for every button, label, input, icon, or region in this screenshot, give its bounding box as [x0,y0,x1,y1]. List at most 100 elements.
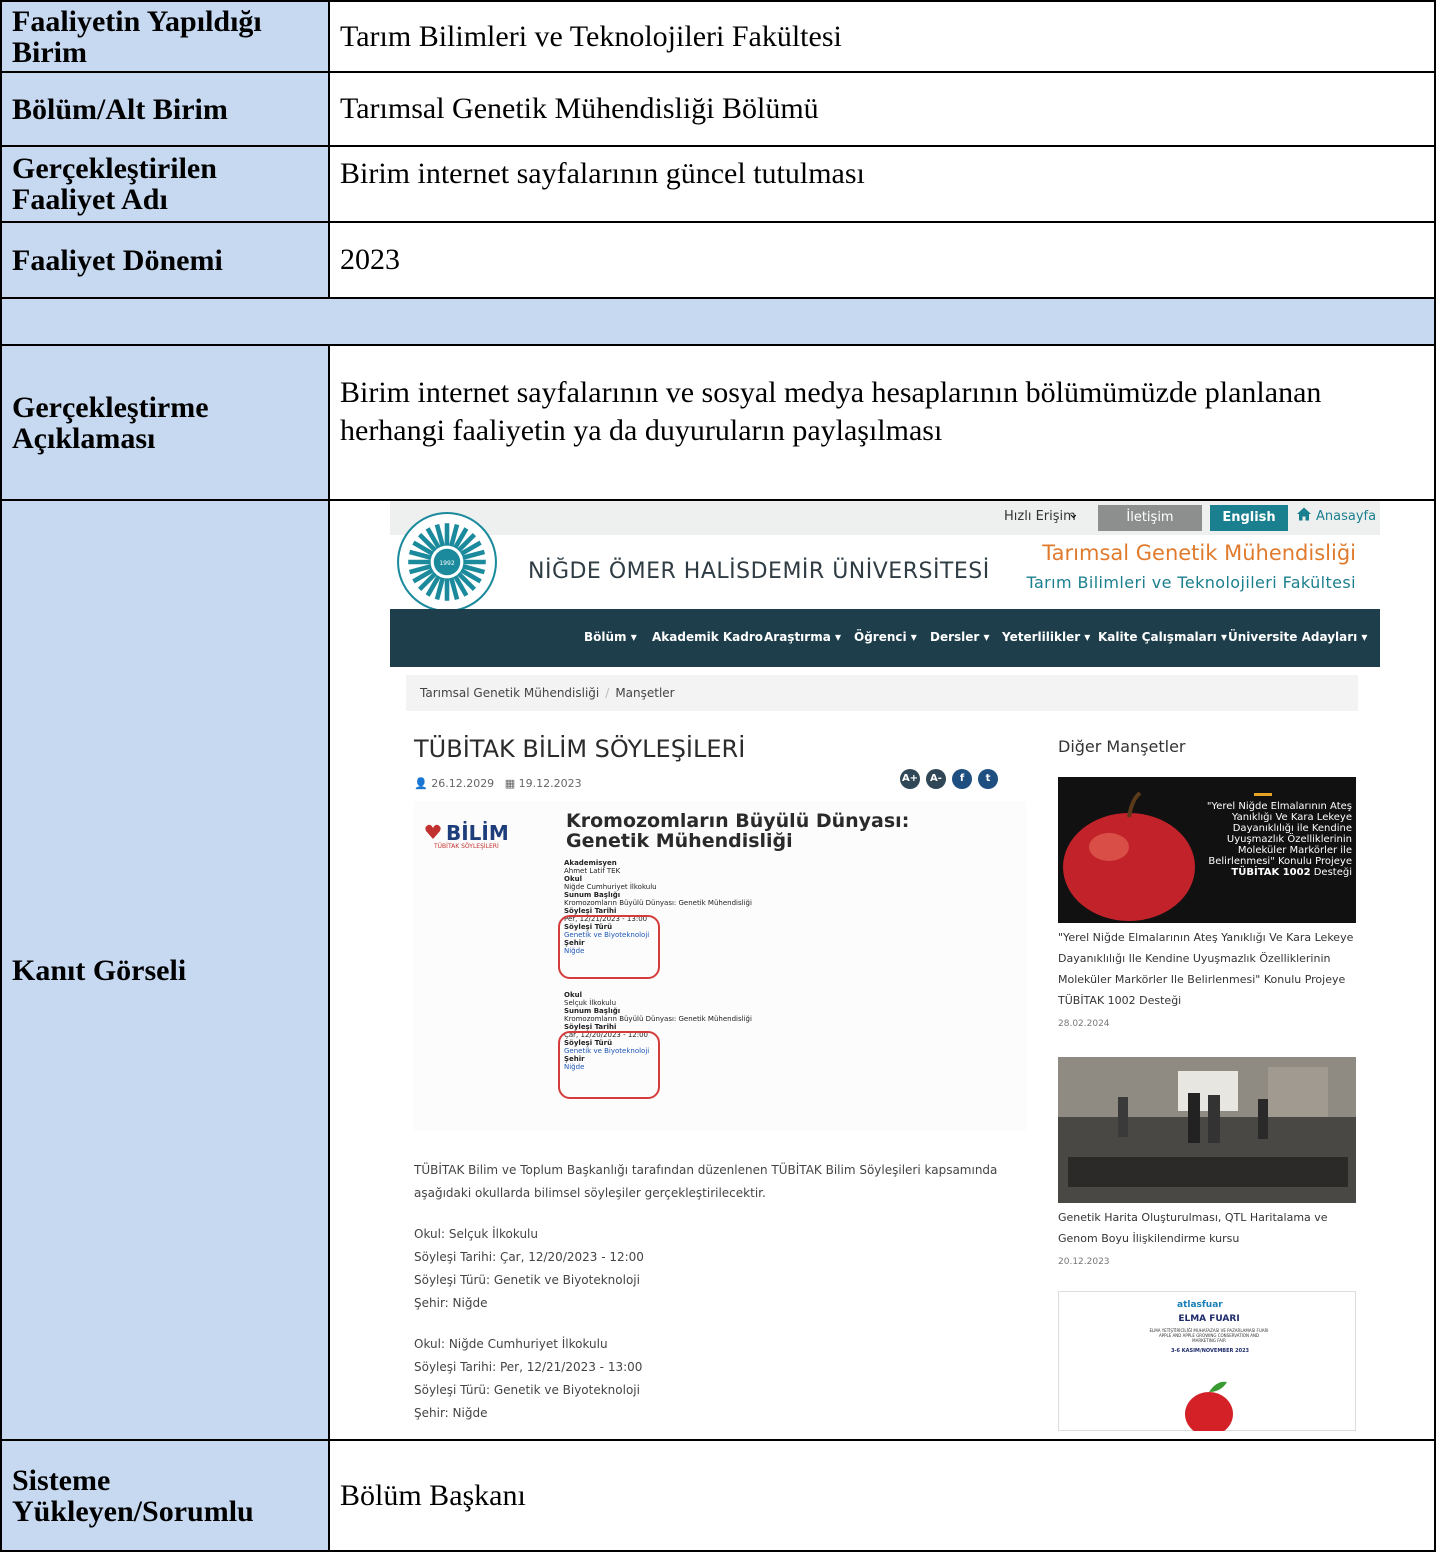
home-icon[interactable] [1296,506,1312,522]
overlay-line: Belirlenmesi" Konulu Projeye [1208,856,1352,867]
highlight-box [558,1031,660,1099]
font-decrease-icon[interactable]: A- [926,769,946,789]
nav-ogrenci[interactable]: Öğrenci ▾ [854,630,917,644]
poster-value: Kromozomların Büyülü Dünyası: Genetik Mü… [564,899,752,907]
sidebar-item-1-date: 28.02.2024 [1058,1019,1110,1029]
poster-value: Kromozomların Büyülü Dünyası: Genetik Mü… [564,1015,752,1023]
facebook-icon[interactable]: f [952,769,972,789]
poster-title-line1: Kromozomların Büyülü Dünyası: [566,810,910,832]
sidebar-item-2-image[interactable] [1058,1057,1356,1203]
sidebar-item-2-title[interactable]: Genetik Harita Oluşturulması, QTL Harita… [1058,1207,1358,1249]
news-body: TÜBİTAK Bilim ve Toplum Başkanlığı taraf… [414,1159,1034,1431]
elma-fuari-title: ELMA FUARI [1178,1314,1240,1324]
nav-adaylar[interactable]: Üniversite Adayları ▾ [1228,630,1367,644]
value-activity: Birim internet sayfalarının güncel tutul… [328,145,1436,223]
label-description: Gerçekleştirme Açıklaması [0,344,330,501]
label-uploader: Sisteme Yükleyen/Sorumlu [0,1439,330,1552]
school-1: Okul: Selçuk İlkokulu Söyleşi Tarihi: Ça… [414,1223,1034,1315]
poster-label: Söyleşi Tarihi [564,907,617,915]
nav-arastirma[interactable]: Araştırma ▾ [764,630,841,644]
breadcrumb-home[interactable]: Tarımsal Genetik Mühendisliği [420,686,599,700]
news-title: TÜBİTAK BİLİM SÖYLEŞİLERİ [414,735,746,763]
overlay-line: "Yerel Niğde Elmalarının Ateş [1206,801,1352,812]
highlight-box [558,915,660,979]
sidebar-item-1-image[interactable]: "Yerel Niğde Elmalarının Ateş Yanıklığı … [1058,777,1356,923]
twitter-icon[interactable]: t [978,769,998,789]
poster-label: Sunum Başlığı [564,891,621,899]
label-unit: Faaliyetin Yapıldığı Birim [0,0,330,73]
school-line: Söyleşi Türü: Genetik ve Biyoteknoloji [414,1383,640,1397]
overlay-line: Yanıklığı Ve Kara Lekeye [1231,812,1352,823]
poster-title: Kromozomların Büyülü Dünyası: Genetik Mü… [566,811,909,851]
bilim-logo-text: BİLİM [446,821,509,845]
evidence-cell: Hızlı Erişim ⌄ İletişim English Anasayfa… [328,499,1436,1441]
form-separator-row [0,297,1436,346]
website-screenshot: Hızlı Erişim ⌄ İletişim English Anasayfa… [390,501,1380,1431]
nav-kalite[interactable]: Kalite Çalışmaları ▾ [1098,630,1227,644]
sidebar-item-1-overlay: "Yerel Niğde Elmalarının Ateş Yanıklığı … [1204,801,1352,878]
value-uploader: Bölüm Başkanı [328,1439,1436,1552]
school-line: Söyleşi Tarihi: Çar, 12/20/2023 - 12:00 [414,1250,644,1264]
nav-dersler[interactable]: Dersler ▾ [930,630,990,644]
school-2: Okul: Niğde Cumhuriyet İlkokulu Söyleşi … [414,1333,1034,1425]
poster-title-line2: Genetik Mühendisliği [566,830,793,852]
value-subunit: Tarımsal Genetik Mühendisliği Bölümü [328,71,1436,147]
school-line: Okul: Niğde Cumhuriyet İlkokulu [414,1337,608,1351]
school-line: Şehir: Niğde [414,1296,488,1310]
sidebar-heading: Diğer Manşetler [1058,737,1186,756]
form-row-uploader: Sisteme Yükleyen/Sorumlu Bölüm Başkanı [0,1439,1436,1552]
news-meta: 👤 26.12.2029 ▦ 19.12.2023 [414,777,582,790]
elma-fuari-subtitle: ELMA YETİŞTİRİCİLİĞİ MUHAFAZASI VE PAZAR… [1149,1328,1269,1343]
overlay-bold: TÜBİTAK 1002 [1231,867,1311,878]
poster-label: Söyleşi Tarihi [564,1023,617,1031]
form-row-subunit: Bölüm/Alt Birim Tarımsal Genetik Mühendi… [0,71,1436,147]
faculty-title: Tarım Bilimleri ve Teknolojileri Fakülte… [1026,573,1356,592]
label-period: Faaliyet Dönemi [0,221,330,299]
contact-button[interactable]: İletişim [1098,505,1202,531]
calendar-icon: ▦ [504,777,516,790]
school-line: Söyleşi Türü: Genetik ve Biyoteknoloji [414,1273,640,1287]
form-row-evidence: Kanıt Görseli Hızlı Erişim ⌄ İletişim En… [0,499,1436,1441]
news-poster: BİLİM TÜBİTAK SÖYLEŞİLERİ Kromozomların … [414,801,1026,1131]
sidebar-item-2-date: 20.12.2023 [1058,1257,1110,1267]
nav-bolum[interactable]: Bölüm ▾ [584,630,637,644]
department-title: Tarımsal Genetik Mühendisliği [1042,541,1356,565]
main-nav: Bölüm ▾ Akademik Kadro Araştırma ▾ Öğren… [390,609,1380,667]
classroom-photo [1058,1057,1356,1203]
sidebar-item-1-title[interactable]: "Yerel Niğde Elmalarının Ateş Yanıklığı … [1058,927,1358,1011]
quick-access-link[interactable]: Hızlı Erişim [1004,509,1076,524]
elma-fuari-date: 3-6 KASIM/NOVEMBER 2023 [1170,1348,1250,1354]
value-unit: Tarım Bilimleri ve Teknolojileri Fakülte… [328,0,1436,73]
value-period: 2023 [328,221,1436,299]
home-link[interactable]: Anasayfa [1316,509,1376,524]
label-activity: Gerçekleştirilen Faaliyet Adı [0,145,330,223]
breadcrumb-current: Manşetler [615,686,675,700]
university-logo[interactable]: 1992 [396,511,498,613]
school-line: Okul: Selçuk İlkokulu [414,1227,538,1241]
school-line: Söyleşi Tarihi: Per, 12/21/2023 - 13:00 [414,1360,643,1374]
english-button[interactable]: English [1210,505,1288,531]
site-topbar: Hızlı Erişim ⌄ İletişim English Anasayfa [390,501,1380,535]
breadcrumb-separator: / [605,686,610,700]
logo-year: 1992 [439,560,455,567]
poster-value: Selçuk İlkokulu [564,999,617,1007]
atlasfuar-brand: atlasfuar [1177,1300,1223,1310]
font-increase-icon[interactable]: A+ [900,769,920,789]
news-date: 19.12.2023 [518,777,582,790]
poster-label: Sunum Başlığı [564,1007,621,1015]
poster-label: Akademisyen [564,859,617,867]
overlay-end: Desteği [1310,867,1352,878]
poster-value: Ahmet Latif TEK [564,867,621,875]
highlight-bar [1254,793,1272,796]
label-subunit: Bölüm/Alt Birim [0,71,330,147]
nav-akademik-kadro[interactable]: Akademik Kadro [652,630,763,644]
separator-cell [0,297,1436,346]
nav-yeterlilikler[interactable]: Yeterlilikler ▾ [1002,630,1090,644]
form-row-activity: Gerçekleştirilen Faaliyet Adı Birim inte… [0,145,1436,223]
poster-value: Niğde Cumhuriyet İlkokulu [564,883,657,891]
apple-image [1185,1381,1233,1431]
sidebar-item-3-image[interactable]: atlasfuar ELMA FUARI ELMA YETİŞTİRİCİLİĞ… [1058,1291,1356,1431]
apple-image [1063,791,1195,921]
breadcrumb: Tarımsal Genetik Mühendisliği / Manşetler [406,675,1358,711]
chevron-down-icon[interactable]: ⌄ [1068,507,1079,522]
